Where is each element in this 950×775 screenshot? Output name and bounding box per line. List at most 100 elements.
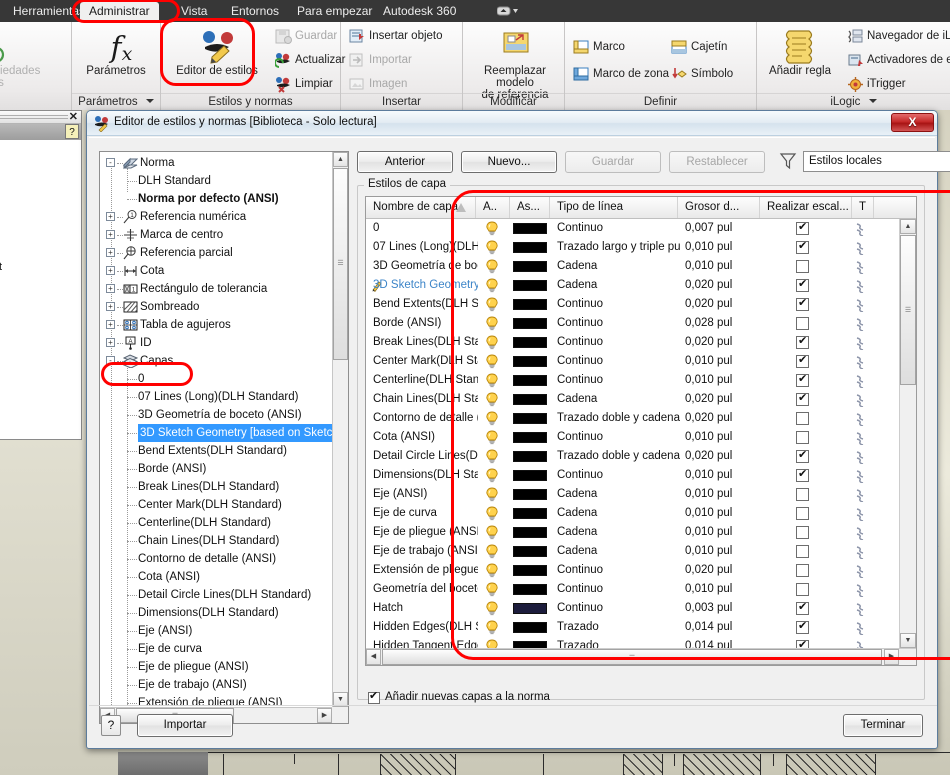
help-button[interactable]: ? — [101, 715, 121, 736]
dialog-titlebar[interactable]: Editor de estilos y normas [Biblioteca -… — [87, 111, 937, 136]
quick-access-toolbar-icon[interactable] — [497, 4, 519, 18]
grid-cell-scale-checkbox[interactable] — [796, 621, 809, 634]
grid-row[interactable]: 07 Lines (Long)(DLH StaTrazado largo y t… — [366, 238, 899, 257]
grid-row[interactable]: Eje (ANSI)Cadena0,010 pul — [366, 485, 899, 504]
grid-row[interactable]: Center Mark(DLH StandContinuo0,010 pul — [366, 352, 899, 371]
grid-cell-scale-checkbox[interactable] — [796, 583, 809, 596]
grid-row[interactable]: Borde (ANSI)Continuo0,028 pul — [366, 314, 899, 333]
grid-row[interactable]: Contorno de detalle (ANTrazado doble y c… — [366, 409, 899, 428]
expand-icon[interactable]: + — [106, 338, 115, 347]
grid-cell-color-swatch[interactable] — [513, 375, 547, 386]
ribbon-tab-autodesk-360[interactable]: Autodesk 360 — [374, 2, 465, 22]
ribbon-panel-title-parametros[interactable]: Parámetros — [72, 93, 160, 110]
grid-cell-color-swatch[interactable] — [513, 299, 547, 310]
grid-row[interactable]: Hidden Tangent Edges(Trazado0,014 pul — [366, 637, 899, 648]
lightbulb-visibility-icon[interactable] — [485, 240, 499, 255]
insertar-objeto-button[interactable]: Insertar objeto — [347, 25, 459, 48]
grid-row[interactable]: 3D Geometría de bocetCadena0,010 pul — [366, 257, 899, 276]
grid-cell-color-swatch[interactable] — [513, 413, 547, 424]
grid-column-header-t[interactable]: T — [852, 197, 874, 218]
lightbulb-visibility-icon[interactable] — [485, 259, 499, 274]
collapse-icon[interactable]: - — [106, 158, 115, 167]
lightbulb-visibility-icon[interactable] — [485, 506, 499, 521]
ribbon-tab-entornos[interactable]: Entornos — [222, 2, 288, 22]
grid-cell-scale-checkbox[interactable] — [796, 260, 809, 273]
grid-cell-scale-checkbox[interactable] — [796, 355, 809, 368]
grid-cell-color-swatch[interactable] — [513, 584, 547, 595]
navegador-ilogic-button[interactable]: Navegador de iLo — [845, 25, 950, 48]
style-tree[interactable]: -NormaDLH StandardNorma por defecto (ANS… — [99, 151, 349, 724]
anterior-button[interactable]: Anterior — [357, 151, 453, 173]
grid-cell-scale-checkbox[interactable] — [796, 222, 809, 235]
lightbulb-visibility-icon[interactable] — [485, 620, 499, 635]
grid-cell-color-swatch[interactable] — [513, 508, 547, 519]
grid-cell-scale-checkbox[interactable] — [796, 241, 809, 254]
lightbulb-visibility-icon[interactable] — [485, 468, 499, 483]
grid-cell-color-swatch[interactable] — [513, 432, 547, 443]
grid-cell-scale-checkbox[interactable] — [796, 640, 809, 648]
scroll-up-arrow[interactable]: ▲ — [333, 152, 348, 167]
expand-icon[interactable]: + — [106, 320, 115, 329]
checkbox-box[interactable] — [368, 692, 380, 704]
chevron-down-icon[interactable] — [869, 99, 877, 103]
grid-row[interactable]: Detail Circle Lines(DLH STrazado doble y… — [366, 447, 899, 466]
grid-cell-color-swatch[interactable] — [513, 546, 547, 557]
grid-cell-color-swatch[interactable] — [513, 261, 547, 272]
marco-button[interactable]: Marco — [571, 36, 659, 59]
lightbulb-visibility-icon[interactable] — [485, 354, 499, 369]
grid-cell-scale-checkbox[interactable] — [796, 336, 809, 349]
chain-link-icon[interactable] — [855, 317, 866, 331]
lightbulb-visibility-icon[interactable] — [485, 639, 499, 648]
grid-cell-scale-checkbox[interactable] — [796, 488, 809, 501]
grid-row[interactable]: Eje de trabajo (ANSI)Cadena0,010 pul — [366, 542, 899, 561]
layer-styles-grid[interactable]: Nombre de capaA..As...Tipo de líneaGroso… — [365, 196, 917, 666]
chain-link-icon[interactable] — [855, 431, 866, 445]
parametros-button[interactable]: f x Parámetros — [69, 24, 163, 77]
chain-link-icon[interactable] — [855, 374, 866, 388]
grid-row[interactable]: Chain Lines(DLH StandaCadena0,020 pul — [366, 390, 899, 409]
lightbulb-visibility-icon[interactable] — [485, 221, 499, 236]
grid-cell-scale-checkbox[interactable] — [796, 431, 809, 444]
scroll-down-arrow[interactable]: ▼ — [900, 633, 916, 648]
chain-link-icon[interactable] — [855, 640, 866, 648]
lightbulb-visibility-icon[interactable] — [485, 335, 499, 350]
grid-cell-scale-checkbox[interactable] — [796, 317, 809, 330]
expand-icon[interactable]: + — [106, 302, 115, 311]
grid-cell-color-swatch[interactable] — [513, 622, 547, 633]
editor-de-estilos-button[interactable]: Editor de estilos — [165, 24, 269, 77]
activadores-eventos-button[interactable]: Activadores de ev — [845, 49, 950, 72]
nuevo-button[interactable]: Nuevo... — [461, 151, 557, 173]
lightbulb-visibility-icon[interactable] — [485, 297, 499, 312]
grid-cell-scale-checkbox[interactable] — [796, 564, 809, 577]
anadir-regla-button[interactable]: Añadir regla — [757, 24, 843, 77]
tree-vertical-scrollbar[interactable]: ▲ ☰ ▼ — [332, 152, 348, 707]
lightbulb-visibility-icon[interactable] — [485, 601, 499, 616]
lightbulb-visibility-icon[interactable] — [485, 487, 499, 502]
grid-cell-scale-checkbox[interactable] — [796, 602, 809, 615]
expand-icon[interactable]: + — [106, 248, 115, 257]
grid-row[interactable]: HatchContinuo0,003 pul — [366, 599, 899, 618]
chain-link-icon[interactable] — [855, 412, 866, 426]
collapse-icon[interactable]: - — [106, 356, 115, 365]
lightbulb-visibility-icon[interactable] — [485, 316, 499, 331]
expand-icon[interactable]: + — [106, 266, 115, 275]
lightbulb-visibility-icon[interactable] — [485, 449, 499, 464]
grid-cell-scale-checkbox[interactable] — [796, 412, 809, 425]
chain-link-icon[interactable] — [855, 545, 866, 559]
chain-link-icon[interactable] — [855, 260, 866, 274]
scroll-left-arrow[interactable]: ◀ — [366, 649, 381, 665]
grid-row[interactable]: Extensión de pliegue (AIContinuo0,020 pu… — [366, 561, 899, 580]
lightbulb-visibility-icon[interactable] — [485, 392, 499, 407]
cajetin-button[interactable]: Cajetín — [669, 36, 755, 59]
grid-row[interactable]: 0Continuo0,007 pul — [366, 219, 899, 238]
grid-row[interactable]: Eje de curvaCadena0,010 pul — [366, 504, 899, 523]
ribbon-tab-administrar[interactable]: Administrar — [80, 2, 159, 22]
grid-cell-scale-checkbox[interactable] — [796, 374, 809, 387]
filter-icon[interactable] — [779, 152, 797, 170]
grid-cell-color-swatch[interactable] — [513, 223, 547, 234]
grid-row[interactable]: Geometría del boceto (AContinuo0,010 pul — [366, 580, 899, 599]
style-filter-combo[interactable]: Estilos locales — [803, 151, 950, 172]
grid-row[interactable]: Break Lines(DLH StandaContinuo0,020 pul — [366, 333, 899, 352]
grid-row[interactable]: Eje de pliegue (ANSI)Cadena0,010 pul — [366, 523, 899, 542]
grid-cell-scale-checkbox[interactable] — [796, 450, 809, 463]
